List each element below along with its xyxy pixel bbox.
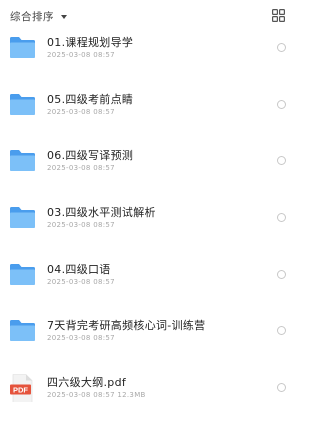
toolbar: 综合排序 xyxy=(0,0,302,30)
file-name: 05.四级考前点睛 xyxy=(47,92,134,106)
folder-icon xyxy=(10,263,35,285)
file-meta: 2025-03-08 08:57 xyxy=(47,221,115,230)
select-radio-button[interactable] xyxy=(277,269,286,279)
file-row-folder[interactable]: 04.四级口语 2025-03-08 08:57 xyxy=(0,257,302,314)
file-name: 03.四级水平测试解析 xyxy=(47,206,156,220)
select-radio-button[interactable] xyxy=(277,156,286,166)
caret-down-icon xyxy=(61,14,67,19)
select-radio-button[interactable] xyxy=(277,99,286,109)
folder-icon xyxy=(10,37,35,58)
file-row-folder[interactable]: 05.四级考前点睛 2025-03-08 08:57 xyxy=(0,87,302,144)
file-row-folder[interactable]: 06.四级写译预测 2025-03-08 08:57 xyxy=(0,143,302,200)
sort-label: 综合排序 xyxy=(10,10,54,23)
select-radio-button[interactable] xyxy=(277,43,286,52)
file-meta: 2025-03-08 08:57 xyxy=(47,51,115,59)
file-row-folder[interactable]: 01.课程规划导学 2025-03-08 08:57 xyxy=(0,30,302,87)
folder-icon xyxy=(10,93,35,115)
file-row-folder[interactable]: 7天背完考研高频核心词-训练营 2025-03-08 08:57 xyxy=(0,313,302,370)
file-meta: 2025-03-08 08:57 xyxy=(47,107,115,116)
folder-icon xyxy=(10,150,35,172)
file-meta: 2025-03-08 08:57 xyxy=(47,164,115,173)
select-radio-button[interactable] xyxy=(277,213,286,223)
file-name: 7天背完考研高频核心词-训练营 xyxy=(47,319,206,333)
grid-view-icon[interactable] xyxy=(272,9,285,22)
folder-icon xyxy=(10,320,35,342)
sort-dropdown-button[interactable]: 综合排序 xyxy=(10,7,67,25)
file-name: 01.课程规划导学 xyxy=(47,36,134,49)
file-name: 四六级大纲.pdf xyxy=(47,376,127,390)
file-meta: 2025-03-08 08:57 xyxy=(47,277,115,286)
select-radio-button[interactable] xyxy=(277,383,286,393)
folder-icon xyxy=(10,207,35,229)
file-meta: 2025-03-08 08:57 12.3MB xyxy=(47,391,146,400)
file-name: 06.四级写译预测 xyxy=(47,149,134,163)
file-row-pdf[interactable]: PDF 四六级大纲.pdf 2025-03-08 08:57 12.3MB xyxy=(0,370,302,427)
pdf-file-icon: PDF xyxy=(10,374,33,403)
file-list: 01.课程规划导学 2025-03-08 08:57 05.四级考前点睛 202… xyxy=(0,30,302,427)
pdf-icon-label: PDF xyxy=(13,385,28,394)
file-name: 04.四级口语 xyxy=(47,262,111,276)
file-meta: 2025-03-08 08:57 xyxy=(47,334,115,343)
file-row-folder[interactable]: 03.四级水平测试解析 2025-03-08 08:57 xyxy=(0,200,302,257)
select-radio-button[interactable] xyxy=(277,326,286,336)
